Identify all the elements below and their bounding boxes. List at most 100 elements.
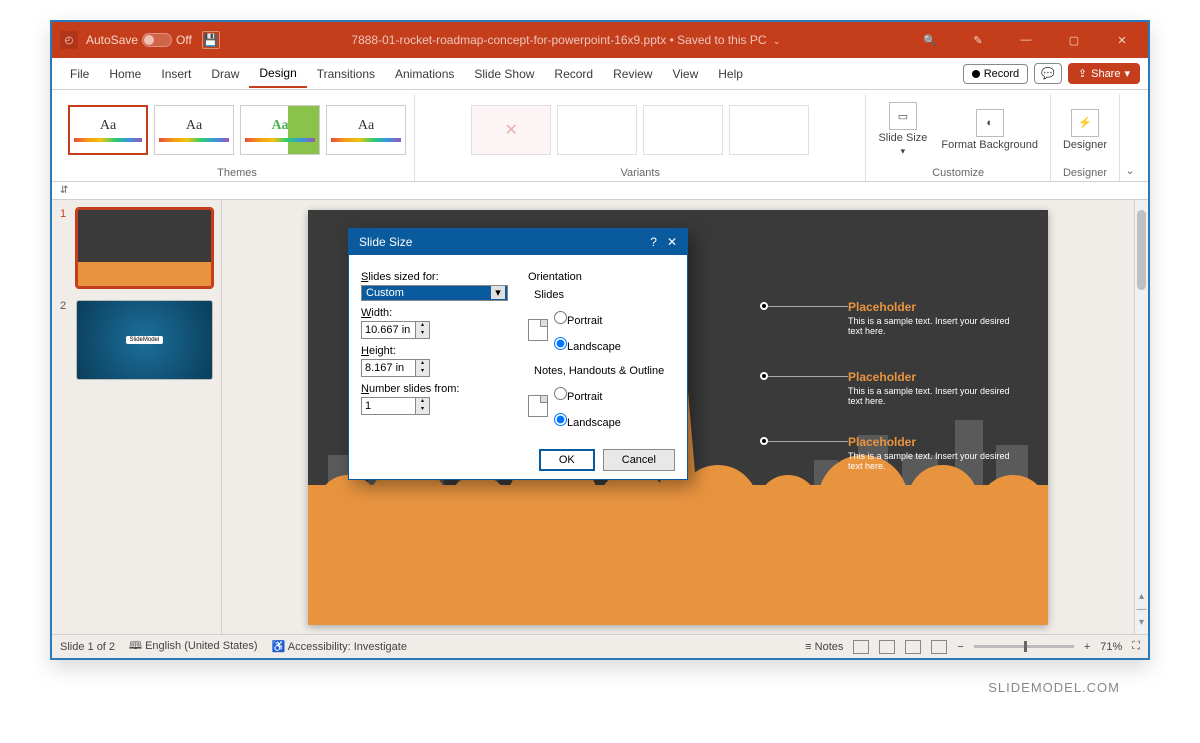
width-input[interactable]: ▴▾ <box>361 321 431 339</box>
spin-down-icon[interactable]: ▾ <box>416 406 429 414</box>
notes-button[interactable]: ≡ Notes <box>805 641 843 653</box>
notes-portrait-radio[interactable]: Portrait <box>554 387 621 403</box>
share-button[interactable]: ⇪Share▾ <box>1068 63 1140 84</box>
tab-view[interactable]: View <box>662 61 708 87</box>
ribbon-collapse-button[interactable]: ⌄ <box>1120 94 1140 181</box>
spin-up-icon[interactable]: ▴ <box>416 398 429 406</box>
maximize-button[interactable]: ▢ <box>1056 26 1092 54</box>
thumbnail-item[interactable]: 1 <box>60 208 213 288</box>
tab-help[interactable]: Help <box>708 61 753 87</box>
slide-divider-icon: — <box>1137 604 1147 615</box>
variant-thumbnail[interactable]: ✕ <box>471 105 551 155</box>
cancel-button[interactable]: Cancel <box>603 449 675 471</box>
autosave-state: Off <box>176 33 192 47</box>
width-label: Width: <box>361 307 508 319</box>
slide-counter[interactable]: Slide 1 of 2 <box>60 641 115 653</box>
placeholder-item[interactable]: Placeholder This is a sample text. Inser… <box>848 370 1018 406</box>
help-icon[interactable]: ? <box>650 235 657 249</box>
record-dot-icon <box>972 70 980 78</box>
dialog-body: Slides sized for: Custom Width: ▴▾ Heigh… <box>349 255 687 441</box>
minimize-button[interactable]: — <box>1008 26 1044 54</box>
save-status-text: Saved to this PC <box>677 33 766 47</box>
slide-canvas[interactable]: Placeholder This is a sample text. Inser… <box>308 210 1048 625</box>
zoom-out-button[interactable]: − <box>957 641 963 653</box>
theme-thumbnail[interactable]: Aa <box>68 105 148 155</box>
slide-thumbnail-2[interactable]: SlideModel <box>76 300 213 380</box>
format-background-button[interactable]: ◐Format Background <box>937 107 1042 153</box>
spin-down-icon[interactable]: ▾ <box>416 368 429 376</box>
height-label: Height: <box>361 345 508 357</box>
height-input[interactable]: ▴▾ <box>361 359 431 377</box>
page-icon <box>528 319 548 341</box>
theme-thumbnail[interactable]: Aa <box>154 105 234 155</box>
search-icon[interactable]: 🔍 <box>912 26 948 54</box>
spin-up-icon[interactable]: ▴ <box>416 360 429 368</box>
slide-thumbnail-panel[interactable]: 1 2 SlideModel <box>52 200 222 634</box>
scrollbar-thumb[interactable] <box>1137 210 1146 290</box>
autosave-toggle[interactable]: AutoSave Off <box>86 33 192 47</box>
slide-thumbnail-1[interactable] <box>76 208 213 288</box>
zoom-slider[interactable] <box>974 645 1074 648</box>
chevron-down-icon[interactable]: ⌄ <box>773 36 781 46</box>
thumbnail-item[interactable]: 2 SlideModel <box>60 300 213 380</box>
pen-icon[interactable]: ✎ <box>960 26 996 54</box>
sized-for-combo[interactable]: Custom <box>361 285 508 301</box>
tab-slideshow[interactable]: Slide Show <box>464 61 544 87</box>
next-slide-icon[interactable]: ▾ <box>1139 617 1144 628</box>
prev-slide-icon[interactable]: ▴ <box>1139 591 1144 602</box>
tab-record[interactable]: Record <box>544 61 603 87</box>
filename-text: 7888-01-rocket-roadmap-concept-for-power… <box>351 33 666 47</box>
tab-home[interactable]: Home <box>99 61 151 87</box>
placeholder-title: Placeholder <box>848 370 1018 384</box>
notes-landscape-radio[interactable]: Landscape <box>554 413 621 429</box>
theme-thumbnail[interactable]: Aa <box>326 105 406 155</box>
watermark-text: SLIDEMODEL.COM <box>988 680 1120 695</box>
slides-portrait-radio[interactable]: Portrait <box>554 311 621 327</box>
comments-button[interactable]: 💬 <box>1034 63 1062 84</box>
zoom-in-button[interactable]: + <box>1084 641 1090 653</box>
variant-thumbnail[interactable] <box>729 105 809 155</box>
dialog-title-bar[interactable]: Slide Size ? ✕ <box>349 229 687 255</box>
variant-thumbnail[interactable] <box>643 105 723 155</box>
tab-transitions[interactable]: Transitions <box>307 61 385 87</box>
spin-down-icon[interactable]: ▾ <box>416 330 429 338</box>
theme-thumbnail[interactable]: Aa <box>240 105 320 155</box>
slide-canvas-area[interactable]: Placeholder This is a sample text. Inser… <box>222 200 1134 634</box>
tab-file[interactable]: File <box>60 61 99 87</box>
normal-view-icon[interactable] <box>853 640 869 654</box>
document-title[interactable]: 7888-01-rocket-roadmap-concept-for-power… <box>220 33 912 47</box>
sorter-view-icon[interactable] <box>879 640 895 654</box>
close-button[interactable]: ✕ <box>1104 26 1140 54</box>
slide-size-button[interactable]: ▭Slide Size▾ <box>874 100 931 159</box>
qat-chevron-icon[interactable]: ⇵ <box>60 185 68 196</box>
title-bar-controls: 🔍 ✎ — ▢ ✕ <box>912 26 1140 54</box>
spin-up-icon[interactable]: ▴ <box>416 322 429 330</box>
tab-design[interactable]: Design <box>249 60 306 88</box>
tab-review[interactable]: Review <box>603 61 662 87</box>
record-button[interactable]: Record <box>963 64 1028 84</box>
accessibility-status[interactable]: ♿ Accessibility: Investigate <box>272 640 407 653</box>
tab-animations[interactable]: Animations <box>385 61 464 87</box>
toggle-switch-icon[interactable] <box>142 33 172 47</box>
ok-button[interactable]: OK <box>539 449 595 471</box>
zoom-level[interactable]: 71% <box>1100 641 1122 653</box>
reading-view-icon[interactable] <box>905 640 921 654</box>
save-icon[interactable]: 💾 <box>202 31 220 49</box>
record-label: Record <box>984 68 1019 80</box>
placeholder-item[interactable]: Placeholder This is a sample text. Inser… <box>848 435 1018 471</box>
format-bg-icon: ◐ <box>976 109 1004 137</box>
tab-insert[interactable]: Insert <box>151 61 201 87</box>
number-from-input[interactable]: ▴▾ <box>361 397 431 415</box>
close-icon[interactable]: ✕ <box>667 235 677 249</box>
group-label: Variants <box>620 165 660 181</box>
vertical-scrollbar[interactable]: ▴ — ▾ <box>1134 200 1148 634</box>
designer-button[interactable]: ⚡Designer <box>1059 107 1111 153</box>
slideshow-view-icon[interactable] <box>931 640 947 654</box>
slides-landscape-radio[interactable]: Landscape <box>554 337 621 353</box>
status-bar: Slide 1 of 2 🕮 English (United States) ♿… <box>52 634 1148 658</box>
language-status[interactable]: 🕮 English (United States) <box>129 637 258 656</box>
placeholder-item[interactable]: Placeholder This is a sample text. Inser… <box>848 300 1018 336</box>
tab-draw[interactable]: Draw <box>201 61 249 87</box>
variant-thumbnail[interactable] <box>557 105 637 155</box>
fit-to-window-icon[interactable]: ⛶ <box>1132 640 1140 653</box>
